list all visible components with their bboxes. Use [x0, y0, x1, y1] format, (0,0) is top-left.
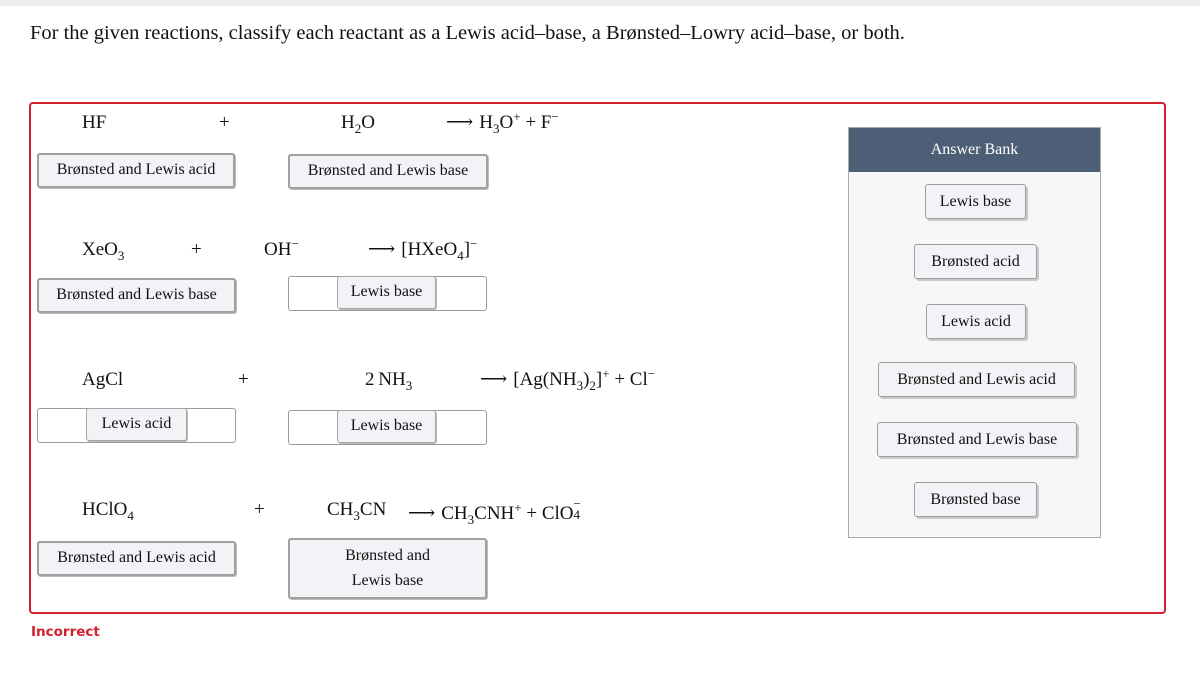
reaction-arrow: ⟶	[408, 503, 436, 524]
top-bar	[0, 0, 1200, 6]
reaction-3-plus: +	[238, 369, 249, 390]
reaction-2-reactant-1-drop-zone[interactable]: Brønsted and Lewis base	[37, 278, 236, 313]
placed-answer-chip[interactable]: Brønsted and Lewis acid	[37, 541, 236, 576]
placed-answer-chip[interactable]: Brønsted and Lewis acid	[37, 153, 235, 188]
reaction-4-reactant-2-drop-zone[interactable]: Brønsted and Lewis base	[288, 538, 487, 599]
reaction-1-products: ⟶ H3O+ + F−	[446, 109, 559, 136]
reaction-1-reactant-1: HF	[82, 112, 107, 133]
reaction-3-reactant-2-drop-zone[interactable]: Lewis base	[288, 410, 487, 445]
reaction-2-plus: +	[191, 239, 202, 260]
answer-bank-chip[interactable]: Brønsted and Lewis acid	[878, 362, 1075, 397]
placed-answer-chip[interactable]: Lewis base	[337, 410, 436, 443]
placed-answer-chip[interactable]: Brønsted and Lewis base	[288, 154, 488, 189]
reaction-2-reactant-2: OH−	[264, 236, 299, 260]
reaction-arrow: ⟶	[480, 369, 508, 390]
reaction-4-products: ⟶ CH3CNH+ + ClO −4	[408, 496, 581, 527]
reaction-3-products: ⟶ [Ag(NH3)2]+ + Cl−	[480, 366, 656, 393]
reaction-arrow: ⟶	[368, 239, 396, 260]
answer-bank-chip[interactable]: Brønsted and Lewis base	[877, 422, 1077, 457]
answer-bank-chip[interactable]: Brønsted acid	[914, 244, 1037, 279]
reaction-1-reactant-1-drop-zone[interactable]: Brønsted and Lewis acid	[37, 153, 235, 188]
reaction-1-reactant-2-drop-zone[interactable]: Brønsted and Lewis base	[288, 154, 488, 189]
reaction-4-reactant-1: HClO4	[82, 499, 134, 523]
answer-bank-title: Answer Bank	[849, 128, 1100, 172]
reaction-1-plus: +	[219, 112, 230, 133]
answer-bank-chip[interactable]: Lewis acid	[926, 304, 1026, 339]
reaction-3-reactant-1-drop-zone[interactable]: Lewis acid	[37, 408, 236, 443]
placed-answer-chip[interactable]: Lewis base	[337, 276, 436, 309]
reaction-2-reactant-1: XeO3	[82, 239, 125, 263]
placed-answer-chip[interactable]: Brønsted and Lewis base	[288, 538, 487, 599]
reaction-3-reactant-2: 2 NH3	[365, 369, 413, 393]
reaction-4-reactant-1-drop-zone[interactable]: Brønsted and Lewis acid	[37, 541, 236, 576]
reaction-1-reactant-2: H2O	[341, 112, 375, 136]
reaction-3-reactant-1: AgCl	[82, 369, 124, 390]
reaction-2-reactant-2-drop-zone[interactable]: Lewis base	[288, 276, 487, 311]
placed-answer-chip[interactable]: Lewis acid	[86, 408, 187, 441]
answer-bank-chip[interactable]: Brønsted base	[914, 482, 1037, 517]
answer-bank: Answer Bank Lewis base Brønsted acid Lew…	[848, 127, 1101, 538]
reaction-4-plus: +	[254, 499, 265, 520]
result-status: Incorrect	[31, 624, 100, 640]
answer-bank-chip[interactable]: Lewis base	[925, 184, 1026, 219]
reaction-arrow: ⟶	[446, 112, 474, 133]
placed-answer-chip[interactable]: Brønsted and Lewis base	[37, 278, 236, 313]
question-instruction: For the given reactions, classify each r…	[30, 22, 905, 44]
reaction-4-reactant-2: CH3CN	[327, 499, 387, 523]
reaction-2-products: ⟶ [HXeO4]−	[368, 236, 478, 263]
